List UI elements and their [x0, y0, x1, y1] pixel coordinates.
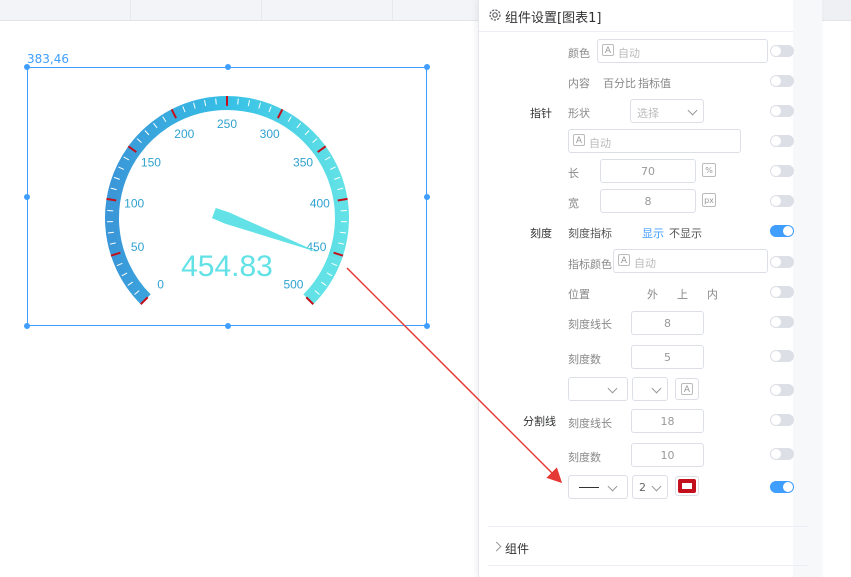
content-option-value[interactable]: 指标值: [638, 75, 671, 91]
panel-title: 组件设置[图表1]: [505, 11, 602, 26]
chevron-down-icon: [651, 481, 662, 492]
width-input[interactable]: 8: [600, 189, 696, 213]
resize-handle-se[interactable]: [424, 323, 430, 329]
divider: [488, 565, 808, 566]
position-inner-option[interactable]: 内: [707, 286, 718, 302]
scale-toggle[interactable]: [770, 225, 794, 237]
content-toggle[interactable]: [770, 75, 794, 87]
split-length-toggle[interactable]: [770, 414, 794, 426]
split-length-input[interactable]: 18: [631, 409, 704, 433]
split-width-select[interactable]: 2: [632, 475, 668, 499]
split-width-value: 2: [639, 481, 646, 494]
tick-count-input[interactable]: 5: [631, 345, 704, 369]
chevron-down-icon: [651, 383, 662, 394]
font-color-icon: A: [573, 134, 585, 146]
position-label: 位置: [568, 288, 590, 301]
component-section-label[interactable]: 组件: [505, 540, 529, 557]
split-line-section-label: 分割线: [523, 415, 556, 428]
shape-toggle[interactable]: [770, 105, 794, 117]
tick-count-value: 5: [664, 351, 671, 364]
indicator-color-label: 指标颜色: [568, 258, 612, 271]
shape-label: 形状: [568, 107, 590, 120]
split-style-select[interactable]: [568, 475, 628, 499]
tick-width-select[interactable]: [632, 377, 668, 401]
width-label: 宽: [568, 197, 579, 210]
solid-line-icon: [579, 487, 599, 488]
split-length-label: 刻度线长: [568, 417, 612, 430]
panel-scrollbar[interactable]: [793, 0, 822, 577]
tick-count-label: 刻度数: [568, 353, 601, 366]
color-auto-text: 自动: [618, 47, 640, 60]
pointer-section-label: 指针: [530, 107, 552, 120]
scale-indicator-label: 刻度指标: [568, 227, 612, 240]
position-toggle[interactable]: [770, 286, 794, 298]
shape-select[interactable]: 选择: [630, 99, 704, 123]
font-color-icon: A: [618, 254, 630, 266]
pointer-color-field[interactable]: A 自动: [568, 129, 741, 153]
content-label: 内容: [568, 77, 590, 90]
length-input[interactable]: 70: [600, 159, 696, 183]
tick-count-toggle[interactable]: [770, 350, 794, 362]
color-field[interactable]: A 自动: [597, 39, 768, 63]
tick-length-toggle[interactable]: [770, 316, 794, 328]
position-outer-option[interactable]: 外: [647, 286, 658, 302]
tick-length-value: 8: [664, 317, 671, 330]
chevron-down-icon: [607, 383, 618, 394]
resize-handle-ne[interactable]: [424, 64, 430, 70]
length-toggle[interactable]: [770, 165, 794, 177]
split-count-input[interactable]: 10: [631, 443, 704, 467]
tick-length-input[interactable]: 8: [631, 311, 704, 335]
percent-unit-icon[interactable]: %: [702, 163, 716, 177]
content-option-percent[interactable]: 百分比: [603, 75, 636, 91]
color-toggle[interactable]: [770, 45, 794, 57]
split-count-value: 10: [660, 449, 675, 462]
pointer-color-toggle[interactable]: [770, 135, 794, 147]
indicator-color-auto-text: 自动: [634, 257, 656, 270]
color-label: 颜色: [568, 47, 590, 60]
indicator-color-field[interactable]: A 自动: [613, 249, 768, 273]
chevron-down-icon: [607, 481, 618, 492]
resize-handle-s[interactable]: [225, 323, 231, 329]
tick-style-select[interactable]: [568, 377, 628, 401]
resize-handle-sw[interactable]: [24, 323, 30, 329]
divider: [488, 526, 808, 527]
split-length-value: 18: [660, 415, 675, 428]
split-count-label: 刻度数: [568, 451, 601, 464]
gear-icon: [489, 9, 501, 21]
position-top-option[interactable]: 上: [677, 286, 688, 302]
font-color-icon: A: [681, 383, 693, 395]
scale-show-option[interactable]: 显示: [642, 225, 664, 241]
ruler: [0, 0, 480, 20]
length-value: 70: [641, 165, 655, 178]
width-value: 8: [644, 195, 652, 208]
tick-length-label: 刻度线长: [568, 318, 612, 331]
scale-hide-option[interactable]: 不显示: [669, 225, 702, 241]
length-label: 长: [568, 167, 579, 180]
tick-color-button[interactable]: A: [675, 378, 699, 400]
resize-handle-w[interactable]: [24, 194, 30, 200]
width-toggle[interactable]: [770, 195, 794, 207]
split-count-toggle[interactable]: [770, 448, 794, 460]
panel-header: 组件设置[图表1] ×: [479, 0, 822, 32]
font-color-icon: A: [602, 44, 614, 56]
selection-box[interactable]: [27, 67, 427, 326]
split-color-swatch: [678, 479, 696, 493]
shape-placeholder: 选择: [637, 107, 659, 120]
resize-handle-nw[interactable]: [24, 64, 30, 70]
chevron-down-icon: [687, 105, 698, 116]
resize-handle-n[interactable]: [225, 64, 231, 70]
indicator-color-toggle[interactable]: [770, 256, 794, 268]
split-color-button[interactable]: [675, 476, 699, 496]
tick-style-toggle[interactable]: [770, 384, 794, 396]
split-line-toggle[interactable]: [770, 481, 794, 493]
px-unit-icon[interactable]: px: [702, 193, 716, 207]
resize-handle-e[interactable]: [424, 194, 430, 200]
scale-section-label: 刻度: [530, 227, 552, 240]
pointer-color-auto-text: 自动: [589, 137, 611, 150]
